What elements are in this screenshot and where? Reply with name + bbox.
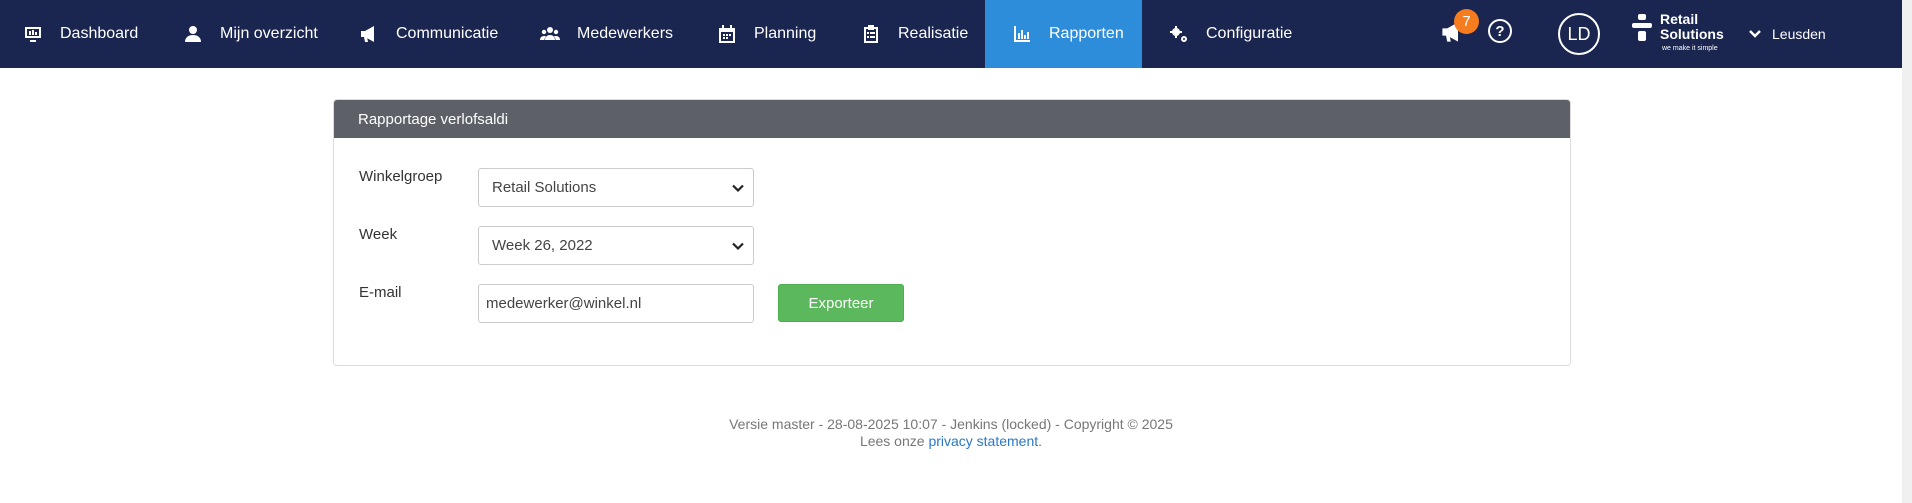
logo-line2: Solutions bbox=[1660, 26, 1724, 42]
email-label: E-mail bbox=[359, 284, 402, 301]
nav-realisatie[interactable]: Realisatie bbox=[860, 0, 984, 68]
page-scrollbar[interactable] bbox=[1902, 0, 1912, 503]
chevron-down-icon bbox=[731, 181, 745, 195]
nav-label: Configuratie bbox=[1206, 25, 1293, 42]
report-panel: Rapportage verlofsaldi Winkelgroep Retai… bbox=[333, 99, 1571, 366]
nav-planning[interactable]: Planning bbox=[716, 0, 866, 68]
monitor-icon bbox=[22, 23, 44, 45]
footer: Versie master - 28-08-2025 10:07 - Jenki… bbox=[0, 416, 1902, 450]
nav-label: Medewerkers bbox=[577, 25, 674, 42]
privacy-suffix: . bbox=[1038, 433, 1043, 449]
logo-mark-icon bbox=[1632, 14, 1652, 44]
clipboard-icon bbox=[860, 23, 882, 45]
chevron-down-icon bbox=[731, 239, 745, 253]
winkelgroep-label: Winkelgroep bbox=[359, 168, 443, 185]
nav-label: Realisatie bbox=[898, 25, 969, 42]
logo-tagline: we make it simple bbox=[1662, 45, 1718, 52]
nav-dashboard[interactable]: Dashboard bbox=[0, 0, 156, 68]
nav-configuratie[interactable]: Configuratie bbox=[1158, 0, 1308, 68]
nav-rapporten[interactable]: Rapporten bbox=[985, 0, 1142, 68]
privacy-statement-link[interactable]: privacy statement bbox=[928, 433, 1038, 449]
nav-label: Planning bbox=[754, 25, 817, 42]
winkelgroep-select[interactable]: Retail Solutions bbox=[478, 168, 754, 207]
avatar[interactable]: LD bbox=[1558, 13, 1600, 55]
nav-medewerkers[interactable]: Medewerkers bbox=[530, 0, 700, 68]
retail-solutions-logo: Retail Solutions we make it simple bbox=[1632, 12, 1727, 56]
notifications-badge[interactable]: 7 bbox=[1454, 9, 1479, 34]
megaphone-icon bbox=[358, 23, 380, 45]
nav-label: Dashboard bbox=[60, 25, 139, 42]
week-value: Week 26, 2022 bbox=[492, 237, 593, 254]
email-field[interactable]: medewerker@winkel.nl bbox=[478, 284, 754, 323]
users-icon bbox=[539, 23, 561, 45]
gears-icon bbox=[1168, 23, 1190, 45]
panel-title: Rapportage verlofsaldi bbox=[334, 100, 1570, 138]
bar-chart-icon bbox=[1011, 23, 1033, 45]
chevron-down-icon bbox=[1748, 27, 1762, 41]
logo-text: Retail Solutions bbox=[1660, 12, 1724, 42]
privacy-prefix: Lees onze bbox=[859, 433, 929, 449]
person-icon bbox=[182, 23, 204, 45]
nav-label: Rapporten bbox=[1049, 25, 1124, 42]
winkelgroep-value: Retail Solutions bbox=[492, 179, 597, 196]
logo-line1: Retail bbox=[1660, 11, 1699, 27]
calendar-icon bbox=[716, 23, 738, 45]
help-icon[interactable]: ? bbox=[1488, 19, 1512, 43]
week-label: Week bbox=[359, 226, 398, 243]
location-dropdown[interactable]: Leusden bbox=[1748, 0, 1826, 68]
nav-mijn-overzicht[interactable]: Mijn overzicht bbox=[171, 0, 341, 68]
nav-label: Mijn overzicht bbox=[220, 25, 318, 42]
location-label: Leusden bbox=[1772, 26, 1826, 42]
privacy-line: Lees onze privacy statement. bbox=[0, 433, 1902, 450]
version-text: Versie master - 28-08-2025 10:07 - Jenki… bbox=[729, 416, 1173, 432]
week-select[interactable]: Week 26, 2022 bbox=[478, 226, 754, 265]
export-button[interactable]: Exporteer bbox=[778, 284, 904, 322]
top-navbar: Dashboard Mijn overzicht Communicatie Me… bbox=[0, 0, 1902, 68]
nav-label: Communicatie bbox=[396, 25, 499, 42]
nav-communicatie[interactable]: Communicatie bbox=[350, 0, 520, 68]
